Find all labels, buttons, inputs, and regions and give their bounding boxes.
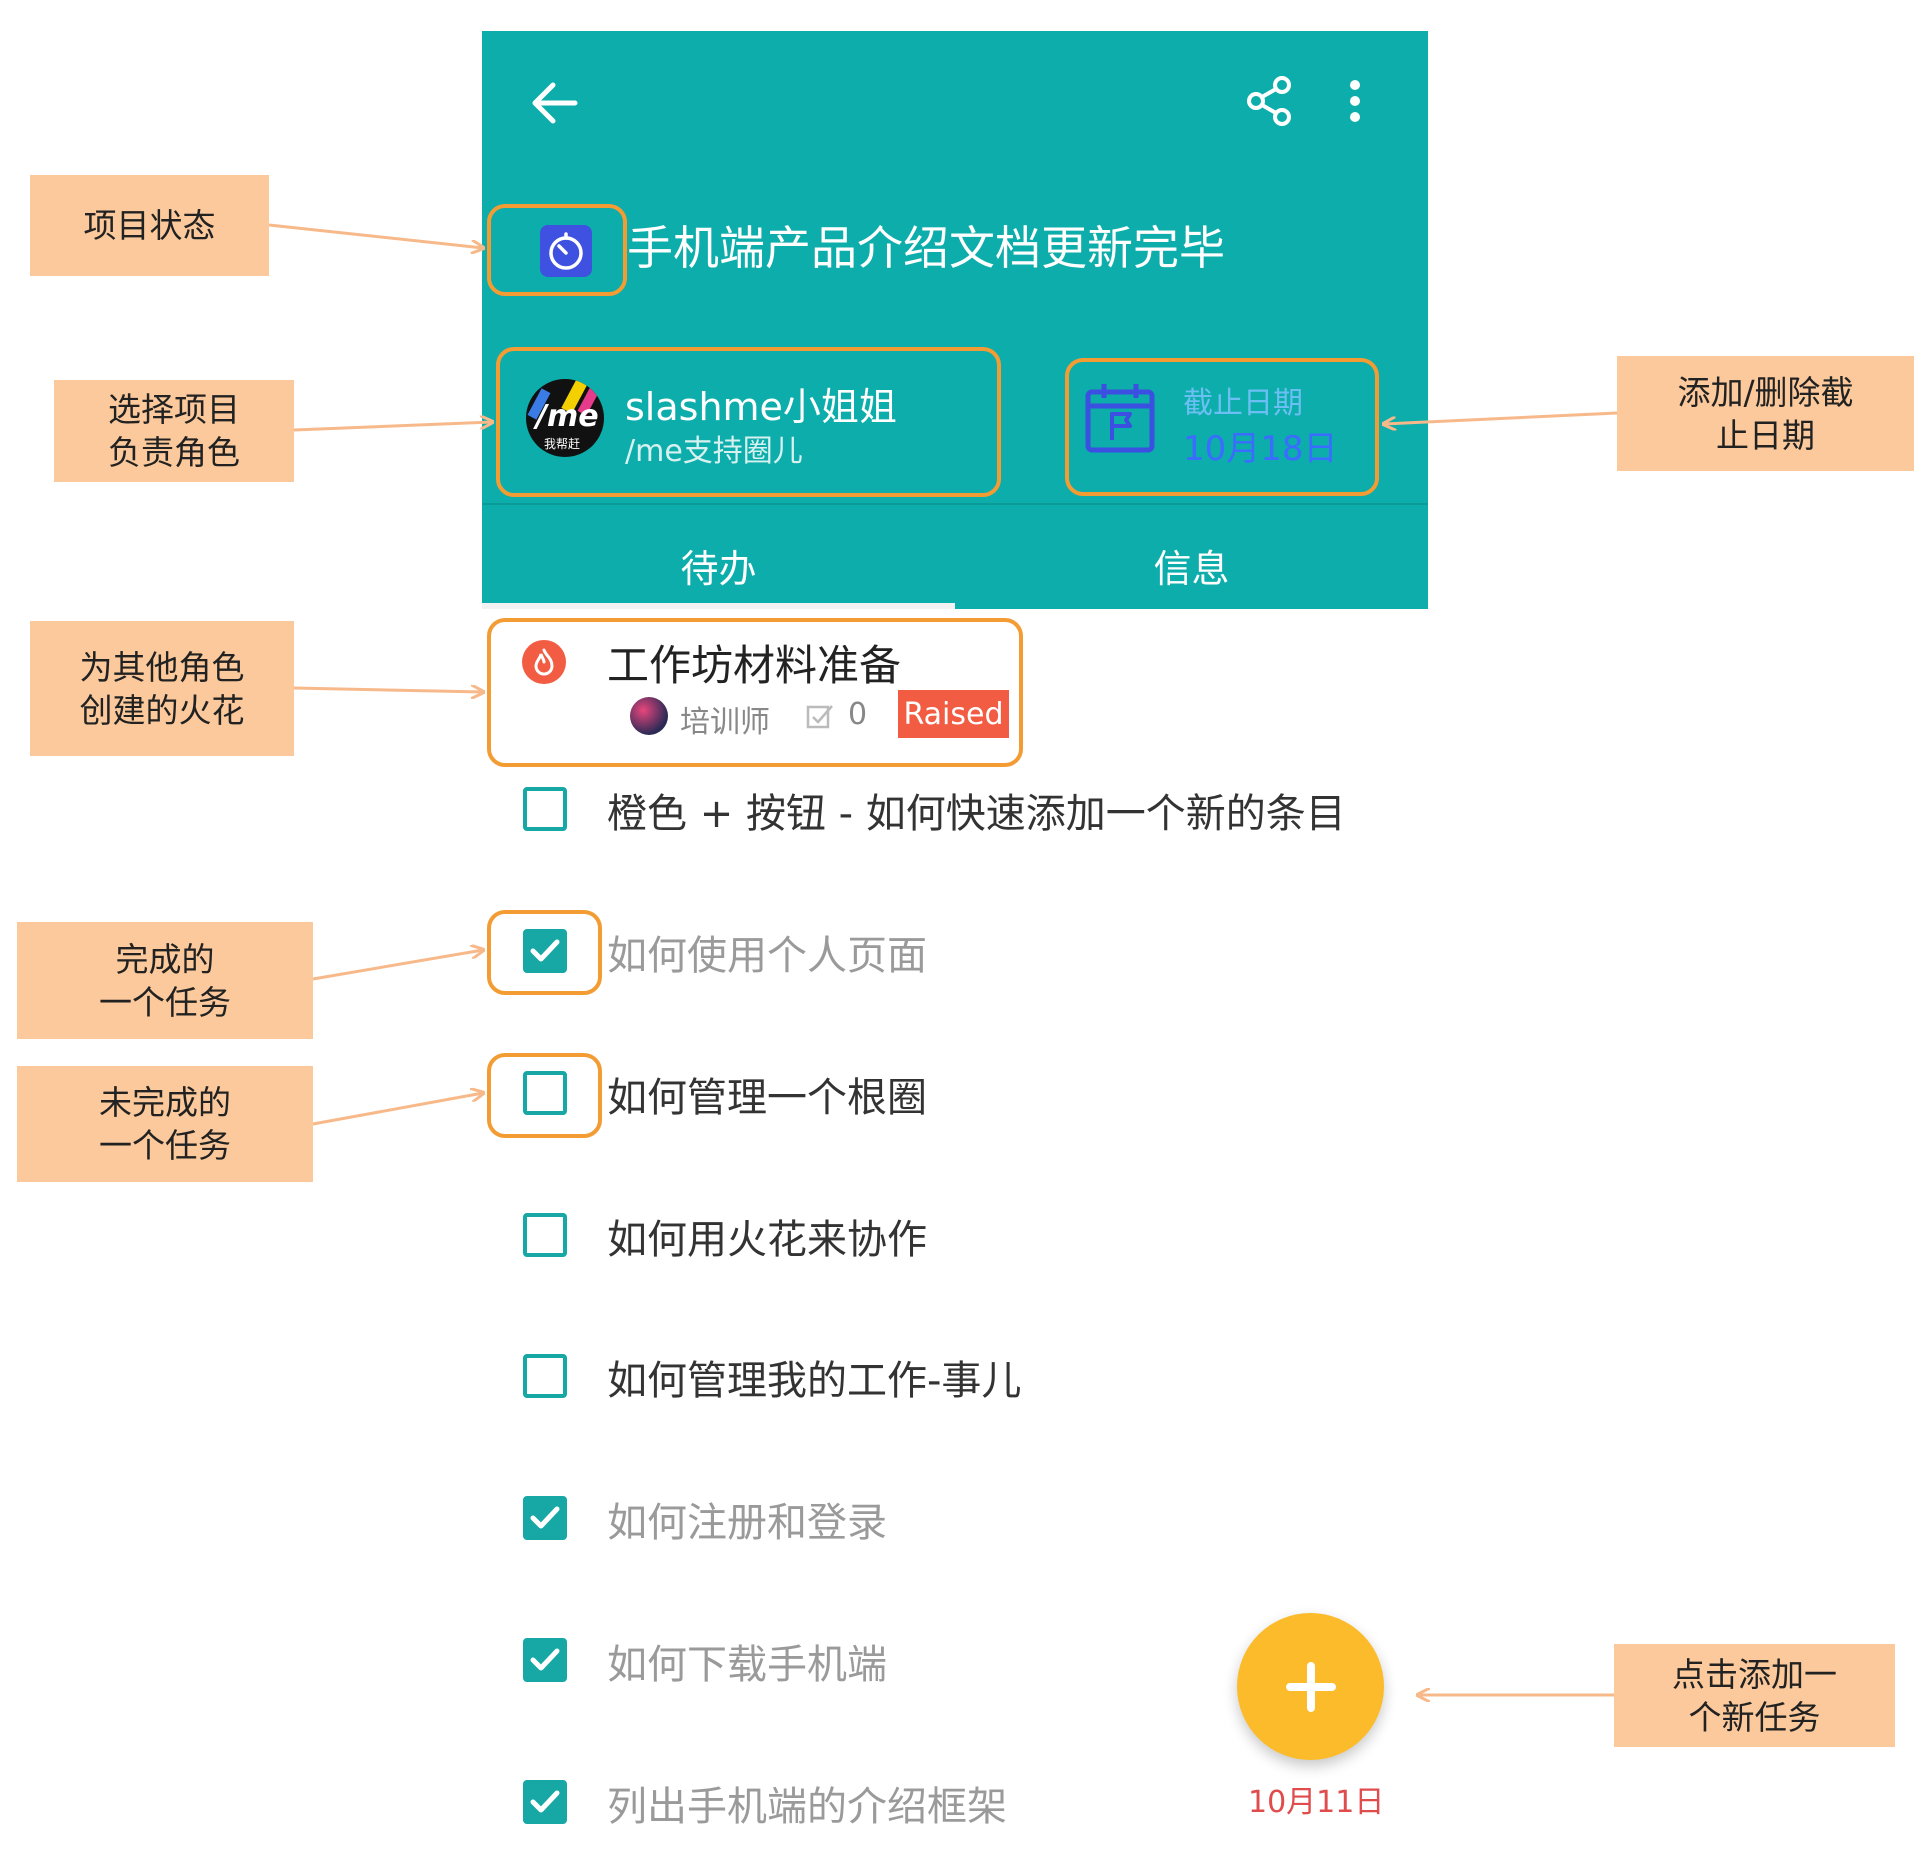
arrow-owner: [293, 422, 492, 432]
arrow-spark: [293, 688, 483, 692]
callout-arrows: [268, 223, 1618, 1854]
arrow-due: [1384, 411, 1618, 424]
arrow-done: [312, 950, 483, 981]
arrow-undone: [312, 1093, 483, 1126]
arrow-status: [268, 223, 483, 248]
